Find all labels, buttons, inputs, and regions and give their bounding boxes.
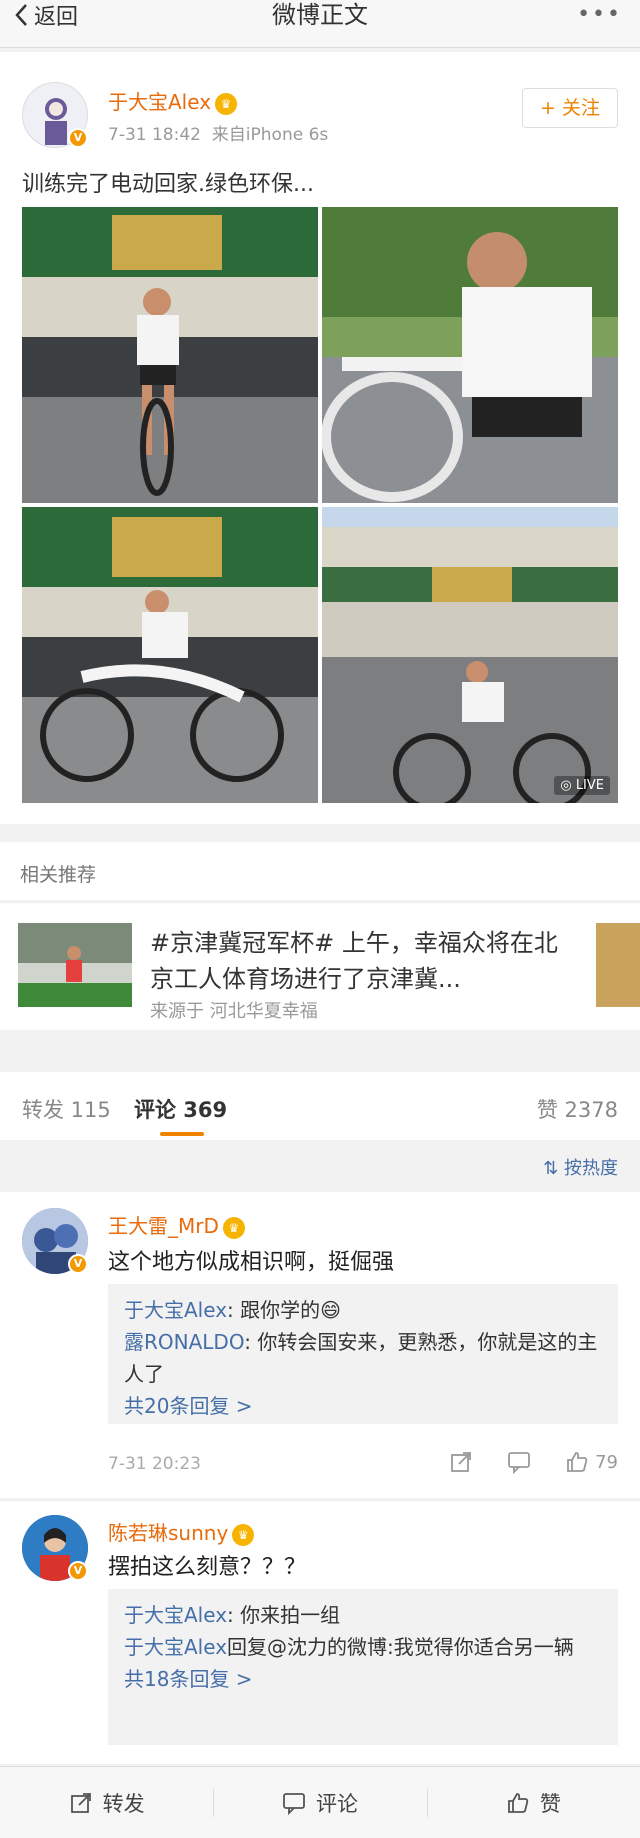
commenter-name[interactable]: 王大雷_MrD ♛ [108, 1210, 245, 1239]
author-name-text: 于大宝Alex [108, 90, 212, 114]
repost-button[interactable]: 转发 [0, 1767, 213, 1838]
comment-icon[interactable] [507, 1450, 531, 1474]
verified-badge-icon: V [68, 1254, 88, 1274]
post-source: 来自iPhone 6s [211, 125, 329, 145]
commenter-name-text: 王大雷_MrD [108, 1214, 219, 1238]
sort-button[interactable]: ⇅ 按热度 [543, 1154, 618, 1180]
reply-line: 露RONALDO: 你转会国安来，更熟悉，你就是这的主人了 [124, 1326, 602, 1390]
reply-line: 于大宝Alex回复@沈力的微博:我觉得你适合另一辆 [124, 1631, 602, 1663]
bottom-action-bar: 转发 评论 赞 [0, 1766, 640, 1838]
like-button[interactable]: 赞 [426, 1767, 640, 1838]
post-meta: 7-31 18:42 来自iPhone 6s [108, 120, 328, 145]
post-photo-2[interactable] [322, 207, 618, 503]
post-photo-4[interactable]: ◎ LIVE [322, 507, 618, 803]
verified-badge-icon: V [68, 128, 88, 148]
verified-badge-icon: V [68, 1561, 88, 1581]
like-action[interactable]: 79 [565, 1450, 618, 1474]
related-thumbnail-2[interactable] [596, 923, 640, 1007]
live-photo-badge: ◎ LIVE [554, 776, 610, 795]
reply-box[interactable]: 于大宝Alex: 跟你学的😄 露RONALDO: 你转会国安来，更熟悉，你就是这… [108, 1284, 618, 1424]
comment-item: V 陈若琳sunny ♛ 摆拍这么刻意？？？ 于大宝Alex: 你来拍一组 于大宝… [0, 1500, 640, 1764]
related-header: 相关推荐 [0, 842, 640, 900]
more-icon[interactable]: ••• [577, 2, 622, 27]
sort-bar: ⇅ 按热度 [0, 1140, 640, 1192]
sort-label: 按热度 [564, 1158, 618, 1179]
live-label: LIVE [575, 778, 604, 793]
active-tab-indicator [160, 1132, 204, 1136]
reply-line: 于大宝Alex: 你来拍一组 [124, 1599, 602, 1631]
related-title: #京津冀冠军杯# 上午，幸福众将在北京工人体育场进行了京津冀... [150, 929, 558, 993]
tab-like[interactable]: 赞 2378 [537, 1094, 618, 1124]
top-nav-bar: 返回 微博正文 ••• [0, 0, 640, 48]
comment-text: 这个地方似成相识啊，挺倔强 [108, 1250, 395, 1275]
reply-text: : 你来拍一组 [227, 1603, 341, 1627]
page-title: 微博正文 [272, 1, 368, 29]
post-text: 训练完了电动回家.绿色环保... [22, 172, 314, 197]
follow-button[interactable]: + 关注 [522, 88, 618, 128]
comment-item: V 王大雷_MrD ♛ 这个地方似成相识啊，挺倔强 于大宝Alex: 跟你学的😄 … [0, 1192, 640, 1498]
more-replies-link[interactable]: 共20条回复 > [124, 1390, 602, 1422]
post-photo-3[interactable] [22, 507, 318, 803]
repost-label: 转发 [102, 1791, 145, 1816]
crown-icon: ♛ [232, 1523, 255, 1546]
stats-tabs: 转发 115 评论 369 赞 2378 [0, 1072, 640, 1140]
share-icon [70, 1792, 91, 1813]
like-label: 赞 [539, 1791, 561, 1816]
crown-icon: ♛ [222, 1216, 245, 1239]
comment-text: 摆拍这么刻意？？？ [108, 1555, 307, 1580]
comment-button[interactable]: 评论 [213, 1767, 426, 1838]
reply-text: : 跟你学的😄 [227, 1298, 341, 1322]
reply-text: 回复@沈力的微博:我觉得你适合另一辆 [227, 1635, 574, 1659]
weibo-post: V 于大宝Alex ♛ 7-31 18:42 来自iPhone 6s + 关注 训… [0, 52, 640, 824]
reply-line: 于大宝Alex: 跟你学的😄 [124, 1294, 602, 1326]
thumbs-up-icon [507, 1792, 529, 1813]
more-replies-link[interactable]: 共18条回复 > [124, 1663, 602, 1695]
comment-icon [283, 1792, 305, 1815]
comment-actions: 79 [449, 1450, 618, 1474]
like-count: 79 [595, 1451, 618, 1473]
reply-user[interactable]: 于大宝Alex [124, 1298, 227, 1322]
reply-box[interactable]: 于大宝Alex: 你来拍一组 于大宝Alex回复@沈力的微博:我觉得你适合另一辆… [108, 1589, 618, 1745]
reply-user[interactable]: 于大宝Alex [124, 1603, 227, 1627]
share-icon[interactable] [449, 1450, 473, 1474]
thumbs-up-icon [567, 1452, 588, 1472]
post-time: 7-31 18:42 [108, 125, 201, 145]
tab-repost[interactable]: 转发 115 [22, 1094, 111, 1124]
commenter-name-text: 陈若琳sunny [108, 1521, 229, 1545]
comment-time: 7-31 20:23 [108, 1454, 201, 1474]
post-photo-1[interactable] [22, 207, 318, 503]
related-thumbnail [18, 923, 132, 1007]
related-source: 来源于 河北华夏幸福 [150, 1001, 318, 1022]
related-header-label: 相关推荐 [20, 864, 97, 886]
related-item[interactable]: #京津冀冠军杯# 上午，幸福众将在北京工人体育场进行了京津冀... 来源于 河北… [0, 902, 640, 1030]
reply-user[interactable]: 露RONALDO [124, 1330, 244, 1354]
post-author-name[interactable]: 于大宝Alex ♛ [108, 86, 238, 115]
comment-label: 评论 [315, 1791, 358, 1816]
commenter-name[interactable]: 陈若琳sunny ♛ [108, 1517, 255, 1546]
reply-user[interactable]: 于大宝Alex [124, 1635, 227, 1659]
tab-comment[interactable]: 评论 369 [134, 1094, 227, 1124]
crown-icon: ♛ [215, 92, 238, 115]
